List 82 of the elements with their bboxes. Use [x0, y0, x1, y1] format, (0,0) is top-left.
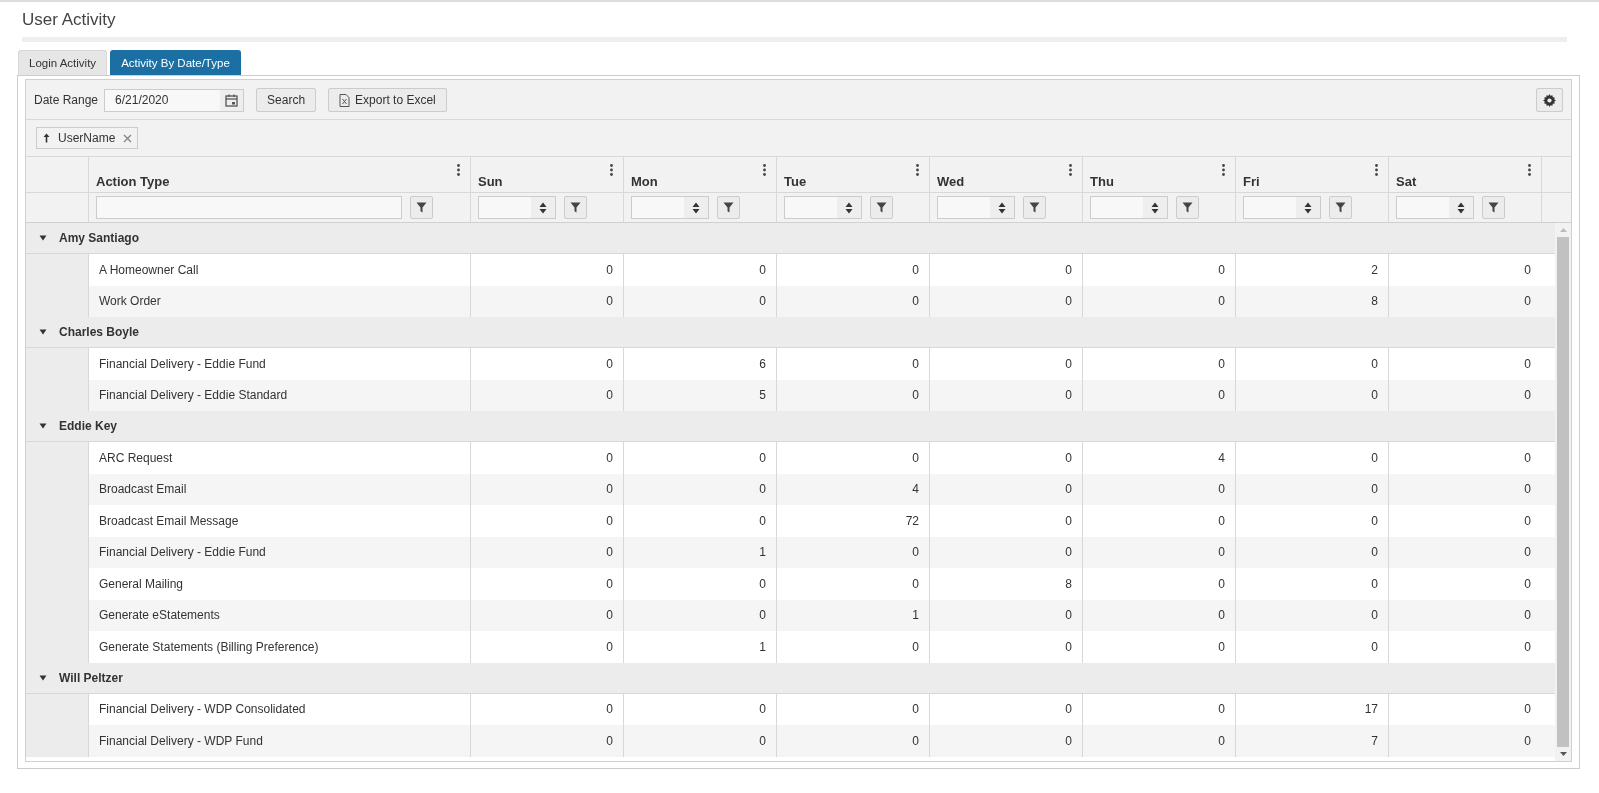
table-cell: Broadcast Email Message — [88, 505, 470, 537]
group-chip[interactable]: UserName — [36, 127, 139, 149]
table-cell: 0 — [1388, 568, 1541, 600]
tab[interactable]: Activity By Date/Type — [110, 50, 241, 75]
table-cell: 0 — [623, 505, 776, 537]
table-cell: 0 — [1235, 631, 1388, 663]
tab[interactable]: Login Activity — [18, 50, 108, 75]
table-cell: 0 — [470, 505, 623, 537]
table-cell: 0 — [1082, 631, 1235, 663]
table-cell: 1 — [623, 631, 776, 663]
column-header[interactable]: Action Type — [88, 157, 470, 192]
table-cell: 0 — [776, 568, 929, 600]
group-name: Will Peltzer — [59, 670, 123, 685]
table-cell: Financial Delivery - Eddie Fund — [88, 348, 470, 380]
column-header[interactable]: Wed — [929, 157, 1082, 192]
table-cell: 0 — [623, 254, 776, 286]
table-cell: 0 — [623, 725, 776, 757]
table-cell: ARC Request — [88, 442, 470, 474]
table-cell: 0 — [776, 348, 929, 380]
group-name: Charles Boyle — [59, 325, 140, 339]
table-cell: 0 — [1235, 442, 1388, 474]
table-cell: 0 — [776, 631, 929, 663]
table-row[interactable]: Financial Delivery - Eddie Fund 0 1 0 0 0 0 0 — [26, 536, 1555, 568]
group-name: Eddie Key — [59, 419, 118, 433]
page-title: User Activity — [22, 10, 116, 30]
table-row[interactable]: Generate eStatements 0 0 1 0 0 0 0 — [26, 599, 1555, 631]
table-row[interactable]: Work Order 0 0 0 0 0 8 0 — [26, 285, 1555, 317]
table-cell: 0 — [470, 631, 623, 663]
table-cell: 0 — [1082, 568, 1235, 600]
table-cell: 0 — [1082, 254, 1235, 286]
table-cell: 2 — [1235, 254, 1388, 286]
table-cell: 0 — [470, 568, 623, 600]
table-cell: 0 — [470, 348, 623, 380]
table-cell: 0 — [1082, 505, 1235, 537]
table-cell: 0 — [1235, 568, 1388, 600]
chip-label: UserName — [58, 131, 116, 145]
date-range-label: Date Range — [34, 93, 99, 107]
table-cell: 0 — [1235, 348, 1388, 380]
table-cell: General Mailing — [88, 568, 470, 600]
table-cell: 0 — [929, 725, 1082, 757]
table-cell: 0 — [1388, 631, 1541, 663]
search-button[interactable]: Search — [256, 88, 317, 112]
table-cell: 0 — [623, 442, 776, 474]
column-header[interactable]: Fri — [1235, 157, 1388, 192]
column-header[interactable]: Sat — [1388, 157, 1541, 192]
column-header[interactable]: Thu — [1082, 157, 1235, 192]
table-cell: 0 — [1388, 348, 1541, 380]
table-cell: A Homeowner Call — [88, 254, 470, 286]
column-header[interactable]: Sun — [470, 157, 623, 192]
table-cell: 0 — [929, 505, 1082, 537]
table-row[interactable]: Financial Delivery - WDP Fund 0 0 0 0 0 7 0 — [26, 725, 1555, 757]
table-cell: Generate Statements (Billing Preference) — [88, 631, 470, 663]
table-cell: 0 — [1082, 725, 1235, 757]
table-cell: 0 — [929, 348, 1082, 380]
table-cell: 0 — [1388, 725, 1541, 757]
table-cell: 0 — [623, 568, 776, 600]
table-cell: 0 — [776, 254, 929, 286]
table-cell: 0 — [470, 254, 623, 286]
table-cell: 0 — [1235, 505, 1388, 537]
column-header[interactable]: Mon — [623, 157, 776, 192]
export-button[interactable]: Export to Excel — [328, 88, 447, 112]
table-cell: 0 — [929, 254, 1082, 286]
table-cell: 6 — [623, 348, 776, 380]
table-cell: 72 — [776, 505, 929, 537]
table-cell: 0 — [470, 442, 623, 474]
table-cell: 0 — [1388, 505, 1541, 537]
table-cell: 0 — [776, 725, 929, 757]
table-cell: 0 — [470, 725, 623, 757]
table-cell: 8 — [929, 568, 1082, 600]
table-cell: 0 — [776, 442, 929, 474]
table-cell: 7 — [1235, 725, 1388, 757]
group-name: Amy Santiago — [59, 231, 139, 245]
table-cell: 0 — [1388, 254, 1541, 286]
column-header[interactable]: Tue — [776, 157, 929, 192]
table-cell: 0 — [1082, 348, 1235, 380]
table-cell: 0 — [1388, 442, 1541, 474]
table-cell: 0 — [929, 631, 1082, 663]
table-row[interactable]: Broadcast Email 0 0 4 0 0 0 0 — [26, 473, 1555, 505]
table-row[interactable]: Financial Delivery - Eddie Standard 0 5 0 0 0 0 0 — [26, 379, 1555, 411]
table-cell: Financial Delivery - WDP Fund — [88, 725, 470, 757]
table-cell: 0 — [929, 442, 1082, 474]
table-cell: 4 — [1082, 442, 1235, 474]
